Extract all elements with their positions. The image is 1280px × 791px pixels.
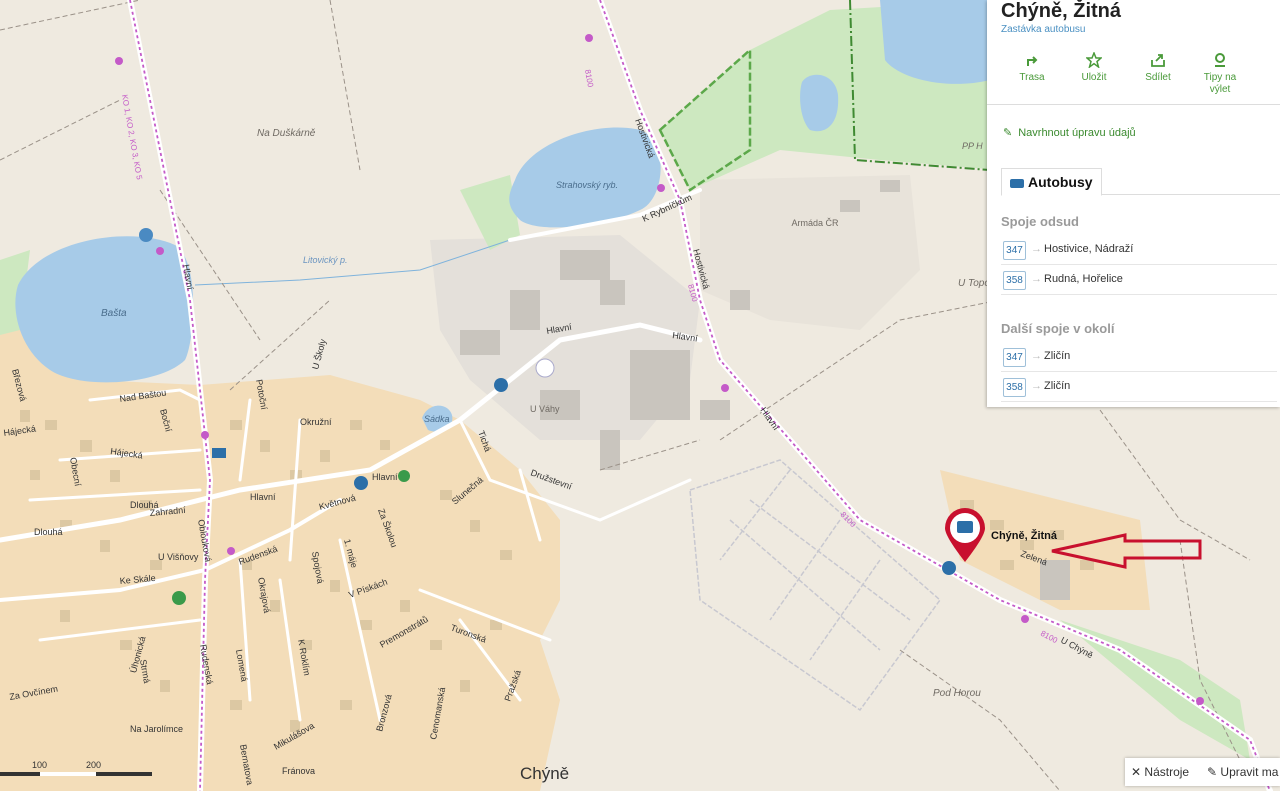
tab-bar: Autobusy xyxy=(1001,168,1280,196)
route-destination: → Rudná, Hořelice xyxy=(1031,273,1123,285)
tools-bar: ✕ Nástroje ✎ Upravit ma xyxy=(1125,758,1280,786)
bus-icon xyxy=(1010,178,1024,188)
destination-text: Hostivice, Nádraží xyxy=(1044,243,1134,255)
street-okruzni: Okružní xyxy=(300,417,332,427)
route-row[interactable]: 358 → Rudná, Hořelice xyxy=(1001,268,1277,295)
save-label: Uložit xyxy=(1081,72,1107,83)
page-title: Chýně, Žitná xyxy=(1001,0,1122,22)
arrow-icon: → xyxy=(1031,243,1042,255)
tools-button[interactable]: ✕ Nástroje xyxy=(1131,765,1189,779)
destination-text: Rudná, Hořelice xyxy=(1044,273,1123,285)
save-button[interactable]: Uložit xyxy=(1063,52,1125,84)
trip-tips-label-2: výlet xyxy=(1209,84,1231,95)
label-u-vahy: U Váhy xyxy=(530,404,560,414)
route-row[interactable]: 347 → Zličín xyxy=(1001,345,1277,372)
scale-right: 200 xyxy=(86,760,101,770)
street-hlavni-4: Hlavní xyxy=(372,472,398,482)
bus-stop-icon-hlavni xyxy=(354,476,368,490)
pencil-icon: ✎ xyxy=(1207,765,1218,779)
suggest-edit-label: Navrhnout úpravu údajů xyxy=(1018,127,1136,139)
playground-icon xyxy=(172,591,186,605)
bus-stop-icon-uvahy xyxy=(494,378,508,392)
route-row[interactable]: 358 → Zličín xyxy=(1001,375,1277,402)
pencil-icon: ✎ xyxy=(1003,127,1013,139)
edit-map-button[interactable]: ✎ Upravit ma xyxy=(1207,765,1278,779)
pond-small xyxy=(800,74,839,132)
destination-text: Zličín xyxy=(1044,380,1071,392)
street-u-visnovy: U Višňovy xyxy=(158,552,199,562)
label-strahovsky: Strahovský ryb. xyxy=(556,180,618,190)
arrow-icon: → xyxy=(1031,350,1042,362)
label-armada: Armáda ČR xyxy=(791,218,839,228)
street-franova: Fránova xyxy=(282,766,315,776)
action-bar: Trasa Uložit Sdílet Tipy na výlet xyxy=(987,46,1280,105)
fuel-station-icon xyxy=(535,358,555,378)
line-badge: 358 xyxy=(1003,271,1026,290)
label-u-topo: U Topo xyxy=(958,278,990,289)
trip-tips-label-1: Tipy na xyxy=(1203,72,1237,83)
swimming-icon xyxy=(139,228,153,242)
bus-stop-icon-zitna xyxy=(942,561,956,575)
scale-left: 100 xyxy=(32,760,47,770)
label-pod-horou: Pod Horou xyxy=(933,688,981,699)
share-icon xyxy=(1151,54,1165,67)
bus-icon xyxy=(957,521,973,533)
stop-type: Zastávka autobusu xyxy=(1001,24,1086,35)
tools-label: Nástroje xyxy=(1144,765,1190,779)
star-icon xyxy=(1086,52,1102,68)
line-badge: 358 xyxy=(1003,378,1026,397)
label-litovicky: Litovický p. xyxy=(303,255,348,265)
tab-buses-label: Autobusy xyxy=(1028,174,1093,190)
route-button[interactable]: Trasa xyxy=(1001,52,1063,84)
edit-map-label: Upravit ma xyxy=(1220,765,1279,779)
pharmacy-icon xyxy=(398,470,410,482)
route-destination: → Zličín xyxy=(1031,350,1070,362)
tab-buses[interactable]: Autobusy xyxy=(1001,168,1102,196)
label-basta: Bašta xyxy=(101,308,127,319)
trip-tips-icon xyxy=(1215,53,1225,67)
route-destination: → Zličín xyxy=(1031,380,1070,392)
arrow-icon: → xyxy=(1031,380,1042,392)
post-office-icon xyxy=(212,448,226,458)
trip-tips-button[interactable]: Tipy na výlet xyxy=(1189,52,1251,96)
destination-text: Zličín xyxy=(1044,350,1071,362)
label-sadka: Sádka xyxy=(424,414,450,424)
label-na-duskarne: Na Duškárně xyxy=(257,128,316,139)
section-from: Spoje odsud xyxy=(1001,214,1079,229)
suggest-edit-link[interactable]: ✎ Navrhnout úpravu údajů xyxy=(1003,126,1136,139)
marker-label: Chýně, Žitná xyxy=(991,529,1058,542)
share-label: Sdílet xyxy=(1145,72,1171,83)
street-na-jarolimce: Na Jarolímce xyxy=(130,724,183,734)
street-dlouha-2: Dlouhá xyxy=(34,527,63,537)
route-row[interactable]: 347 → Hostivice, Nádraží xyxy=(1001,238,1277,265)
arrow-icon: → xyxy=(1031,273,1042,285)
route-label: Trasa xyxy=(1019,72,1045,83)
street-hlavni-3: Hlavní xyxy=(250,492,276,502)
section-nearby: Další spoje v okolí xyxy=(1001,321,1115,336)
line-badge: 347 xyxy=(1003,348,1026,367)
line-badge: 347 xyxy=(1003,241,1026,260)
detail-panel: Chýně, Žitná Zastávka autobusu Trasa Ulo… xyxy=(987,0,1280,407)
route-icon xyxy=(1027,56,1038,66)
share-button[interactable]: Sdílet xyxy=(1127,52,1189,84)
label-pp-h: PP H xyxy=(962,141,983,151)
route-destination: → Hostivice, Nádraží xyxy=(1031,243,1133,255)
wrench-icon: ✕ xyxy=(1131,765,1142,779)
town-label: Chýně xyxy=(520,764,570,783)
